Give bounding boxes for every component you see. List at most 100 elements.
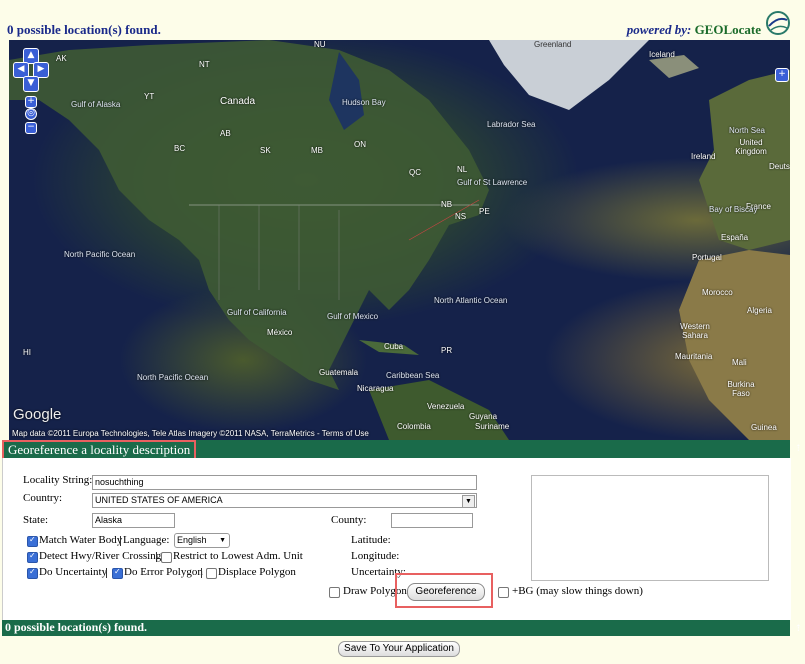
map-label-ak: AK — [56, 54, 67, 63]
map-label-north-atlantic-ocean: North Atlantic Ocean — [434, 296, 508, 305]
map-label-guatemala: Guatemala — [319, 368, 359, 377]
map-label-bay-of-biscay: Bay of Biscay — [709, 205, 758, 214]
map-label-mali: Mali — [732, 358, 747, 367]
collapse-arrow-icon[interactable]: ⇡ — [794, 443, 802, 454]
zoom-out-icon[interactable]: − — [25, 122, 37, 134]
locality-input[interactable]: nosuchthing — [92, 475, 477, 490]
zoom-in-icon[interactable]: + — [25, 96, 37, 108]
georeference-button[interactable]: Georeference — [407, 583, 485, 601]
locality-label: Locality String: — [23, 474, 93, 486]
map-label-western-sahara: Western Sahara — [680, 322, 710, 340]
detect-hwy-checkbox[interactable] — [27, 551, 38, 563]
map-label-sk: SK — [260, 146, 271, 155]
separator — [156, 552, 157, 562]
map-label-ireland: Ireland — [691, 152, 716, 161]
map-label-guinea: Guinea — [751, 423, 777, 432]
longitude-label: Longitude: — [351, 550, 400, 562]
language-selected-value: English — [177, 535, 207, 545]
map-label-hudson-bay: Hudson Bay — [342, 98, 386, 107]
map-label-cuba: Cuba — [384, 342, 404, 351]
google-logo: Google — [13, 406, 62, 423]
map-label-ab: AB — [220, 129, 231, 138]
county-input[interactable] — [391, 513, 473, 528]
map-label-nb: NB — [441, 200, 453, 209]
map-label-caribbean-sea: Caribbean Sea — [386, 371, 440, 380]
map-label-colombia: Colombia — [397, 422, 431, 431]
match-water-checkbox[interactable] — [27, 535, 38, 547]
country-selected-value: UNITED STATES OF AMERICA — [95, 495, 223, 505]
restrict-lowest-label: Restrict to Lowest Adm. Unit — [173, 550, 303, 562]
brand-name: GEOLocate — [694, 22, 761, 37]
collapse-arrow-icon[interactable]: ⇡ — [794, 623, 802, 634]
language-select[interactable]: English ▼ — [174, 533, 230, 548]
map-label-portugal: Portugal — [692, 253, 722, 262]
map-label-hi: HI — [23, 348, 31, 357]
county-label: County: — [331, 514, 367, 526]
map-label-algeria: Algeria — [747, 306, 772, 315]
map-label-burkina-faso: Burkina Faso — [727, 380, 755, 398]
restrict-lowest-checkbox[interactable] — [161, 552, 172, 563]
draw-polygon-checkbox[interactable] — [329, 587, 340, 598]
top-result-status: 0 possible location(s) found. — [7, 22, 161, 37]
bottom-result-status: 0 possible location(s) found. — [5, 620, 148, 634]
powered-by-label: powered by: — [626, 22, 692, 37]
map-label-qc: QC — [409, 168, 421, 177]
map-view[interactable]: Canada Hudson Bay Labrador Sea Greenland… — [9, 40, 790, 440]
map-label-yt: YT — [144, 92, 155, 101]
powered-by: powered by: GEOLocate — [627, 22, 761, 38]
displace-polygon-checkbox[interactable] — [206, 568, 217, 579]
map-label-nicaragua: Nicaragua — [357, 384, 394, 393]
map-label-north-sea: North Sea — [728, 126, 766, 135]
separator — [201, 568, 202, 578]
country-select[interactable]: UNITED STATES OF AMERICA ▼ — [92, 493, 477, 508]
state-input[interactable]: Alaska — [92, 513, 175, 528]
map-label-canada: Canada — [220, 96, 256, 107]
map-label-nt: NT — [199, 60, 210, 69]
map-label-bc: BC — [174, 144, 186, 153]
georeference-form: Locality String: nosuchthing Country: UN… — [2, 458, 791, 620]
do-uncertainty-checkbox[interactable] — [27, 567, 38, 579]
map-label-pe: PE — [479, 207, 490, 216]
bg-checkbox[interactable] — [498, 587, 509, 598]
pan-down-icon[interactable]: ▼ — [23, 76, 39, 92]
map-label-north-pacific-ocean-2: North Pacific Ocean — [137, 373, 209, 382]
map-label-mb: MB — [311, 146, 323, 155]
map-label-on: ON — [354, 140, 366, 149]
language-label: Language: — [123, 534, 170, 546]
chevron-down-icon[interactable]: ▼ — [462, 495, 475, 508]
detect-hwy-label: Detect Hwy/River Crossing — [39, 550, 162, 562]
map-label-greenland: Greenland — [534, 40, 572, 49]
map-label-gulf-of-california: Gulf of California — [227, 308, 287, 317]
map-label-ns: NS — [455, 212, 467, 221]
map-type-plus-icon[interactable]: + — [775, 68, 789, 82]
map-label-mexico: México — [267, 328, 293, 337]
map-label-deutschland: Deuts — [769, 162, 790, 171]
map-label-espana: España — [721, 233, 749, 242]
save-to-application-button[interactable]: Save To Your Application — [338, 641, 460, 657]
map-label-gulf-of-mexico: Gulf of Mexico — [327, 312, 379, 321]
separator — [120, 536, 121, 546]
map-label-suriname: Suriname — [475, 422, 510, 431]
do-error-polygon-checkbox[interactable] — [112, 567, 123, 579]
results-box[interactable] — [531, 475, 769, 581]
do-uncertainty-label: Do Uncertainty — [39, 566, 108, 578]
bg-label: +BG (may slow things down) — [512, 585, 643, 597]
map-label-nl: NL — [457, 165, 468, 174]
georeference-section-header: Georeference a locality description ⇡ — [2, 440, 802, 460]
map-label-united-kingdom: United Kingdom — [735, 138, 767, 156]
map-label-labrador-sea: Labrador Sea — [487, 120, 536, 129]
map-label-venezuela: Venezuela — [427, 402, 465, 411]
do-error-polygon-label: Do Error Polygon — [124, 566, 203, 578]
map-terrain — [9, 40, 790, 440]
map-label-iceland: Iceland — [649, 50, 675, 59]
map-label-guyana: Guyana — [469, 412, 498, 421]
match-water-label: Match Water Body — [39, 534, 123, 546]
globe-icon[interactable]: ◎ — [25, 108, 37, 120]
map-label-mauritania: Mauritania — [675, 352, 713, 361]
map-label-pr: PR — [441, 346, 453, 355]
geolocate-logo-icon — [766, 11, 790, 35]
displace-polygon-label: Displace Polygon — [218, 566, 296, 578]
state-label: State: — [23, 514, 49, 526]
map-label-nu: NU — [314, 40, 326, 49]
georeference-section-title: Georeference a locality description — [2, 440, 197, 460]
